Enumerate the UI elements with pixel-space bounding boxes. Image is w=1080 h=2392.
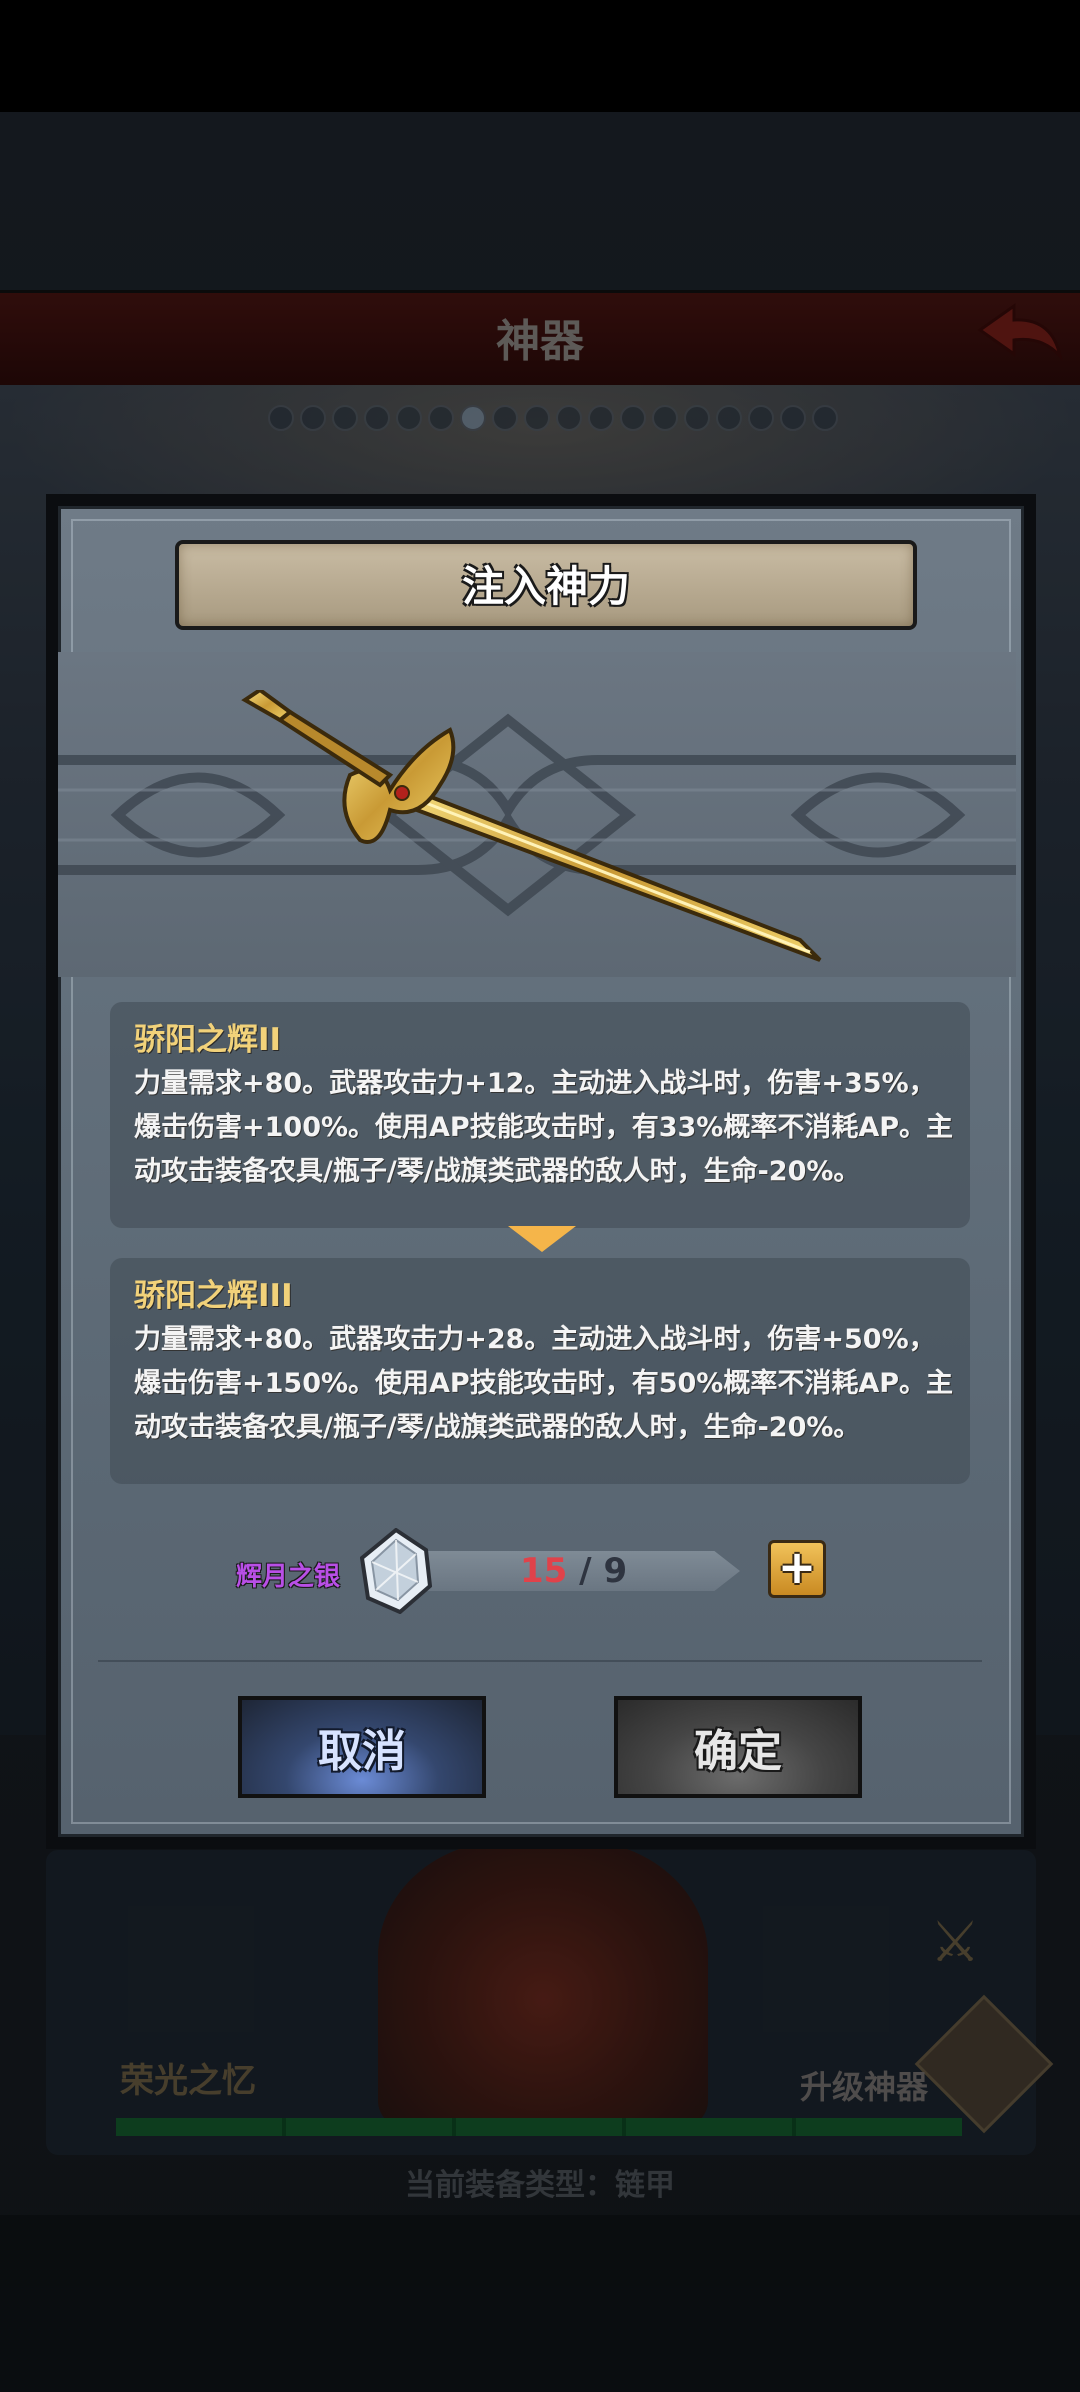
next-level-effects: 力量需求+80。武器攻击力+28。主动进入战斗时，伤害+50%， 爆击伤害+15… — [134, 1318, 954, 1450]
material-separator: / — [579, 1551, 592, 1591]
effect-line: 爆击伤害+150%。使用AP技能攻击时，有50%概率不消耗AP。主 — [134, 1368, 954, 1399]
add-material-button[interactable]: + — [768, 1540, 826, 1598]
effect-line: 动攻击装备农具/瓶子/琴/战旗类武器的敌人时，生命-20%。 — [134, 1412, 861, 1443]
cancel-button[interactable]: 取消 — [238, 1696, 486, 1798]
upgrade-arrow-icon — [508, 1226, 576, 1252]
effect-line: 爆击伤害+100%。使用AP技能攻击时，有33%概率不消耗AP。主 — [134, 1112, 954, 1143]
confirm-button[interactable]: 确定 — [614, 1696, 862, 1798]
effect-line: 力量需求+80。武器攻击力+28。主动进入战斗时，伤害+50%， — [134, 1324, 936, 1355]
dialog-title: 注入神力 — [461, 562, 630, 611]
next-level-name: 骄阳之辉III — [134, 1278, 293, 1314]
sword-image — [241, 690, 822, 962]
effect-line: 动攻击装备农具/瓶子/琴/战旗类武器的敌人时，生命-20%。 — [134, 1156, 861, 1187]
divider — [98, 1660, 982, 1662]
current-level-effects: 力量需求+80。武器攻击力+12。主动进入战斗时，伤害+35%， 爆击伤害+10… — [134, 1062, 954, 1194]
material-owned: 15 — [520, 1551, 568, 1591]
effect-line: 力量需求+80。武器攻击力+12。主动进入战斗时，伤害+35%， — [134, 1068, 936, 1099]
material-count: 15 / 9 — [520, 1551, 627, 1591]
status-bar-area — [0, 0, 1080, 112]
current-level-name: 骄阳之辉II — [134, 1022, 282, 1058]
moon-silver-crystal-icon[interactable] — [360, 1528, 432, 1614]
material-required: 9 — [603, 1551, 628, 1591]
material-name: 辉月之银 — [236, 1562, 341, 1592]
